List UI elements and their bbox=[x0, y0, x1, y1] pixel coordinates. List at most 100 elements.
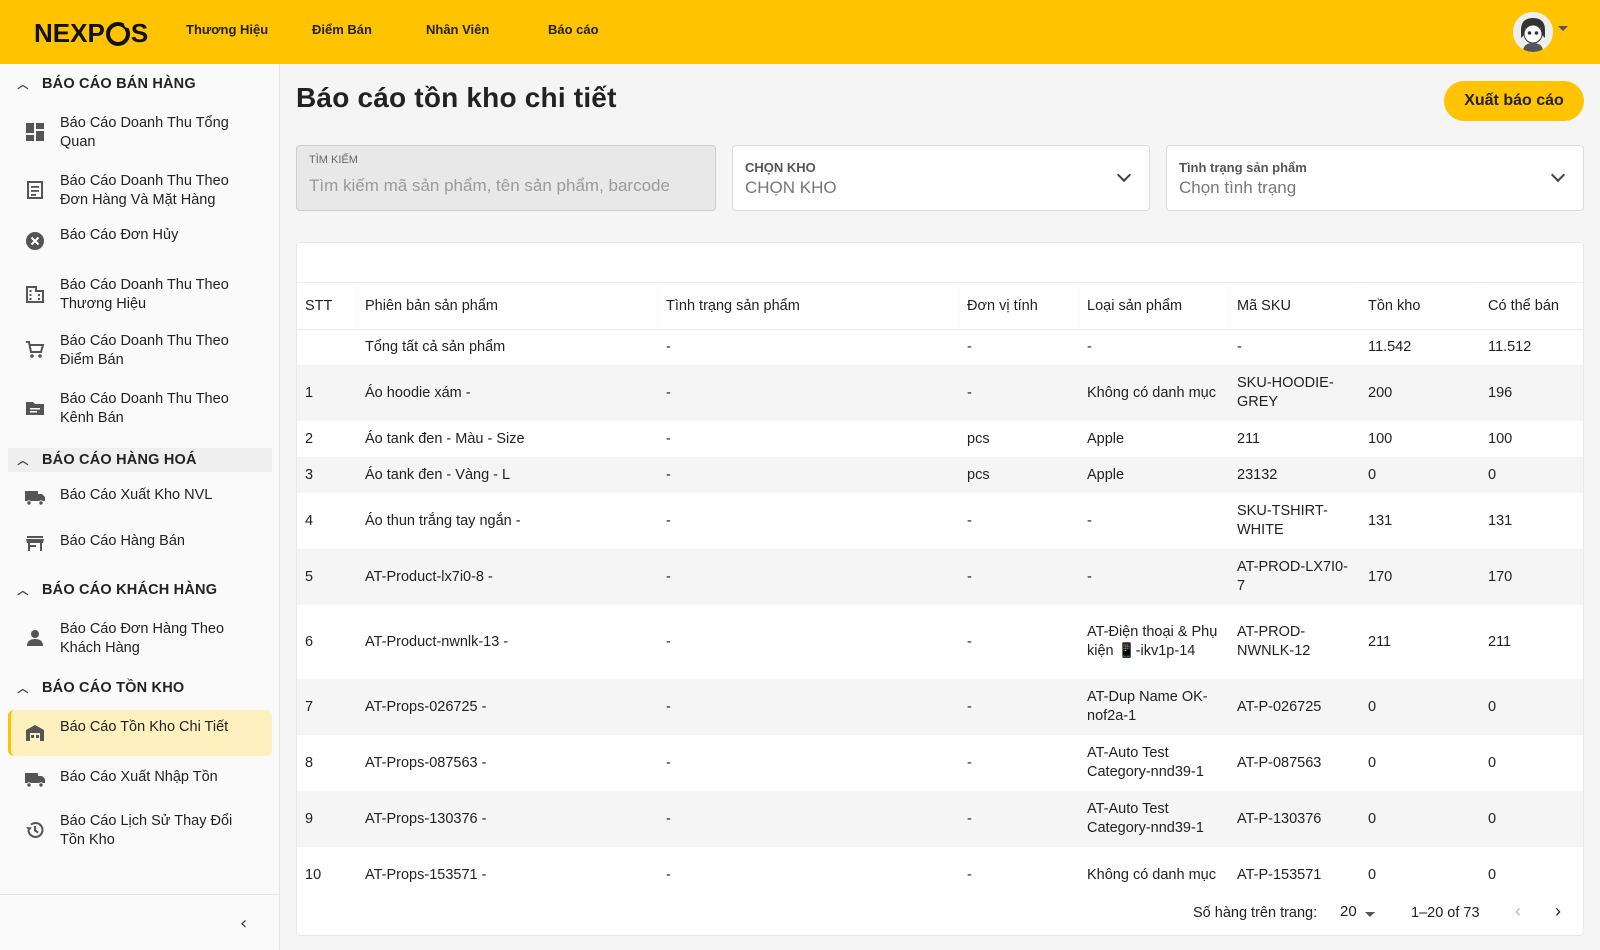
table-row[interactable]: 8 AT-Props-087563 - - - AT-Auto Test Categor… bbox=[297, 735, 1583, 791]
table-cell: 131 bbox=[1488, 512, 1513, 529]
table-row[interactable]: 9 AT-Props-130376 - - - AT-Auto Test Categor… bbox=[297, 791, 1583, 847]
table-cell: - bbox=[666, 430, 671, 447]
col-loai[interactable]: Loại sản phẩm bbox=[1079, 283, 1229, 330]
table-cell: 211 bbox=[1488, 633, 1512, 650]
table-row[interactable]: 4 Áo thun trắng tay ngắn - - - - SKU-TSHIRT-W… bbox=[297, 493, 1583, 549]
table-cell: 196 bbox=[1488, 384, 1513, 401]
col-tinh-trang[interactable]: Tình trạng sản phẩm bbox=[658, 283, 959, 330]
rows-per-page-select[interactable]: 20 bbox=[1340, 903, 1357, 920]
table-cell: SKU-HOODIE-GREY bbox=[1237, 375, 1334, 410]
table-row[interactable]: 6 AT-Product-nwnlk-13 - - - AT-Điện thoại & … bbox=[297, 605, 1583, 679]
table-cell: 9 bbox=[305, 810, 314, 827]
table-cell: - bbox=[666, 633, 671, 650]
table-cell: AT-Props-026725 - bbox=[365, 698, 487, 715]
sidebar-item-doanh-thu-tong-quan[interactable]: Báo Cáo Doanh Thu Tổng Quan bbox=[8, 112, 272, 152]
top-bar: NEXP S Thương Hiệu Điểm Bán Nhân Viên Báo… bbox=[0, 0, 1600, 64]
nav-bao-cao[interactable]: Báo cáo bbox=[548, 22, 599, 37]
sidebar-item-ton-kho-chi-tiet[interactable]: Báo Cáo Tồn Kho Chi Tiết bbox=[8, 710, 272, 756]
section-khach-hang[interactable]: ︿ BÁO CÁO KHÁCH HÀNG bbox=[8, 578, 272, 602]
status-select[interactable]: Tình trạng sản phẩm Chọn tình trạng bbox=[1166, 145, 1584, 211]
chevron-up-icon: ︿ bbox=[17, 79, 29, 91]
table-cell: 0 bbox=[1368, 698, 1377, 715]
table-cell: - bbox=[967, 810, 972, 827]
table-row[interactable]: 3 Áo tank đen - Vàng - L - pcs Apple 23132 0 0 bbox=[297, 457, 1583, 493]
table-cell: - bbox=[1087, 338, 1092, 355]
table-row[interactable]: 5 AT-Product-lx7i0-8 - - - - AT-PROD-LX7I0-7 1… bbox=[297, 549, 1583, 605]
sidebar-item-don-hang-khach-hang[interactable]: Báo Cáo Đơn Hàng Theo Khách Hàng bbox=[8, 618, 272, 658]
table-cell: 131 bbox=[1368, 512, 1393, 529]
sidebar-item-doanh-thu-diem-ban[interactable]: Báo Cáo Doanh Thu Theo Điểm Bán bbox=[8, 330, 272, 370]
section-ban-hang[interactable]: ︿ BÁO CÁO BÁN HÀNG bbox=[8, 72, 272, 96]
table-cell: 6 bbox=[305, 633, 314, 650]
nav-diem-ban[interactable]: Điểm Bán bbox=[312, 22, 372, 37]
sidebar-item-xuat-kho-nvl[interactable]: Báo Cáo Xuất Kho NVL bbox=[8, 482, 272, 512]
chevron-up-icon: ︿ bbox=[17, 585, 29, 597]
sidebar-item-xuat-nhap-ton[interactable]: Báo Cáo Xuất Nhập Tồn bbox=[8, 764, 272, 794]
col-stt[interactable]: STT bbox=[297, 283, 357, 330]
user-avatar[interactable] bbox=[1513, 12, 1553, 52]
table-cell: - bbox=[666, 568, 671, 585]
table-cell: AT-Điện thoại & Phụ kiện 📱-ikv1p-14 bbox=[1087, 624, 1218, 659]
sidebar-item-hang-ban[interactable]: Báo Cáo Hàng Bán bbox=[8, 528, 272, 558]
col-sku[interactable]: Mã SKU bbox=[1229, 283, 1360, 330]
table-cell: 0 bbox=[1488, 698, 1497, 715]
table-cell: 1 bbox=[305, 384, 314, 401]
table-cell: 211 bbox=[1237, 430, 1261, 447]
dashboard-icon bbox=[24, 121, 46, 143]
chevron-down-icon bbox=[1550, 167, 1566, 183]
status-label: Tình trạng sản phẩm bbox=[1179, 160, 1307, 175]
nexpos-logo[interactable]: NEXP S bbox=[34, 18, 148, 49]
table-cell: AT-P-026725 bbox=[1237, 698, 1322, 715]
search-input[interactable] bbox=[309, 176, 705, 196]
col-ton-kho[interactable]: Tồn kho bbox=[1360, 283, 1480, 330]
page-title: Báo cáo tồn kho chi tiết bbox=[296, 82, 617, 113]
collapse-sidebar-icon[interactable]: ‹ bbox=[240, 913, 247, 934]
search-label: TÌM KIẾM bbox=[309, 154, 358, 166]
account-menu-caret-icon[interactable] bbox=[1558, 26, 1568, 31]
section-ton-kho[interactable]: ︿ BÁO CÁO TỒN KHO bbox=[8, 676, 272, 700]
col-don-vi[interactable]: Đơn vị tính bbox=[959, 283, 1079, 330]
section-hang-hoa[interactable]: ︿ BÁO CÁO HÀNG HOÁ bbox=[8, 448, 272, 472]
sidebar-item-doanh-thu-don-hang[interactable]: Báo Cáo Doanh Thu Theo Đơn Hàng Và Mặt H… bbox=[8, 170, 272, 210]
table-cell: 11.512 bbox=[1488, 338, 1532, 355]
inventory-table: STT Phiên bản sản phẩm Tình trạng sản ph… bbox=[297, 283, 1583, 903]
col-phien-ban[interactable]: Phiên bản sản phẩm bbox=[357, 283, 658, 330]
search-field[interactable]: TÌM KIẾM bbox=[296, 145, 716, 211]
truck-icon bbox=[24, 486, 46, 508]
table-cell: - bbox=[967, 633, 972, 650]
table-cell: 3 bbox=[305, 466, 314, 483]
sidebar-item-don-huy[interactable]: Báo Cáo Đơn Hủy bbox=[8, 226, 272, 256]
export-report-button[interactable]: Xuất báo cáo bbox=[1444, 81, 1584, 121]
next-page-icon[interactable]: › bbox=[1555, 901, 1561, 922]
table-cell: - bbox=[967, 698, 972, 715]
history-icon bbox=[24, 819, 46, 841]
table-cell: pcs bbox=[967, 466, 990, 483]
table-cell: - bbox=[967, 754, 972, 771]
table-cell: 170 bbox=[1368, 568, 1393, 585]
sidebar-footer: ‹ bbox=[0, 894, 280, 950]
table-cell: Apple bbox=[1087, 466, 1125, 483]
sidebar-item-doanh-thu-kenh-ban[interactable]: Báo Cáo Doanh Thu Theo Kênh Bán bbox=[8, 388, 272, 428]
nav-nhan-vien[interactable]: Nhân Viên bbox=[426, 22, 489, 37]
table-cell: AT-P-130376 bbox=[1237, 810, 1322, 827]
table-cell: - bbox=[666, 466, 671, 483]
table-cell: AT-PROD-NWNLK-12 bbox=[1237, 624, 1311, 659]
table-cell: 2 bbox=[305, 430, 314, 447]
table-row[interactable]: 7 AT-Props-026725 - - - AT-Dup Name OK-nof2a… bbox=[297, 679, 1583, 735]
table-cell: Áo tank đen - Vàng - L bbox=[365, 466, 511, 483]
nav-thuong-hieu[interactable]: Thương Hiệu bbox=[186, 22, 268, 37]
warehouse-select[interactable]: CHỌN KHO CHỌN KHO bbox=[732, 145, 1150, 211]
table-cell: - bbox=[666, 810, 671, 827]
table-row[interactable]: 2 Áo tank đen - Màu - Size - pcs Apple 211 100… bbox=[297, 421, 1583, 457]
sidebar-item-doanh-thu-thuong-hieu[interactable]: Báo Cáo Doanh Thu Theo Thương Hiệu bbox=[8, 274, 272, 314]
table-total-row[interactable]: Tổng tất cả sản phẩm - - - - 11.542 11.512 bbox=[297, 329, 1583, 365]
table-cell: 0 bbox=[1368, 754, 1377, 771]
folder-icon bbox=[24, 397, 46, 419]
table-row[interactable]: 1 Áo hoodie xám - - - Không có danh mục SKU-H… bbox=[297, 365, 1583, 421]
caret-down-icon[interactable] bbox=[1365, 912, 1375, 917]
building-icon bbox=[24, 283, 46, 305]
prev-page-icon[interactable]: ‹ bbox=[1515, 901, 1521, 922]
col-co-the-ban[interactable]: Có thể bán bbox=[1480, 283, 1583, 330]
table-cell: 211 bbox=[1368, 633, 1392, 650]
sidebar-item-lich-su-ton-kho[interactable]: Báo Cáo Lịch Sử Thay Đổi Tồn Kho bbox=[8, 810, 272, 850]
